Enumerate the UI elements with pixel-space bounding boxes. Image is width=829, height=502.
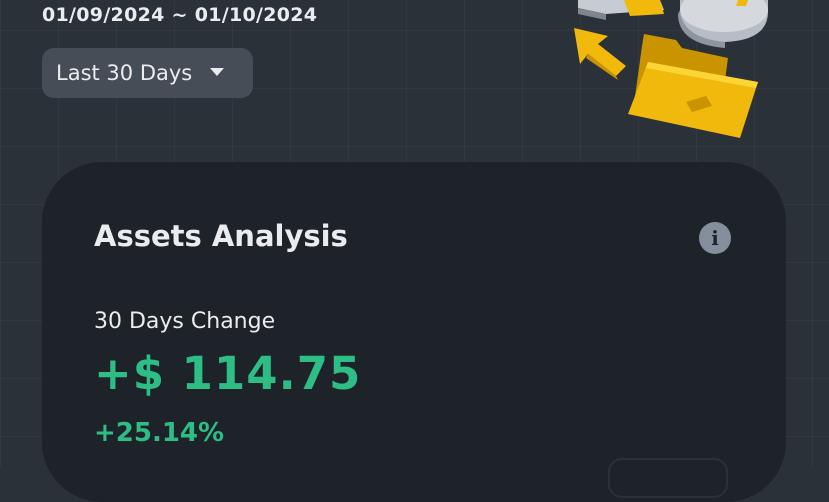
box-icon — [578, 0, 664, 20]
partial-button[interactable] — [608, 458, 728, 498]
period-dropdown-label: Last 30 Days — [56, 61, 193, 85]
change-percent: +25.14% — [94, 418, 225, 448]
coin-stack-icon — [678, 0, 768, 48]
date-range: 01/09/2024 ~ 01/10/2024 — [42, 4, 318, 26]
info-icon[interactable]: i — [699, 222, 731, 254]
change-label: 30 Days Change — [94, 309, 276, 334]
folder-illustration — [574, 0, 768, 138]
change-amount: +$ 114.75 — [94, 347, 362, 400]
arrow-icon — [574, 28, 626, 80]
assets-analysis-card: Assets Analysis i 30 Days Change +$ 114.… — [42, 162, 786, 502]
caret-down-icon — [210, 68, 225, 76]
card-title: Assets Analysis — [94, 219, 348, 253]
period-dropdown[interactable]: Last 30 Days — [42, 48, 253, 98]
folder-icon — [628, 34, 758, 138]
